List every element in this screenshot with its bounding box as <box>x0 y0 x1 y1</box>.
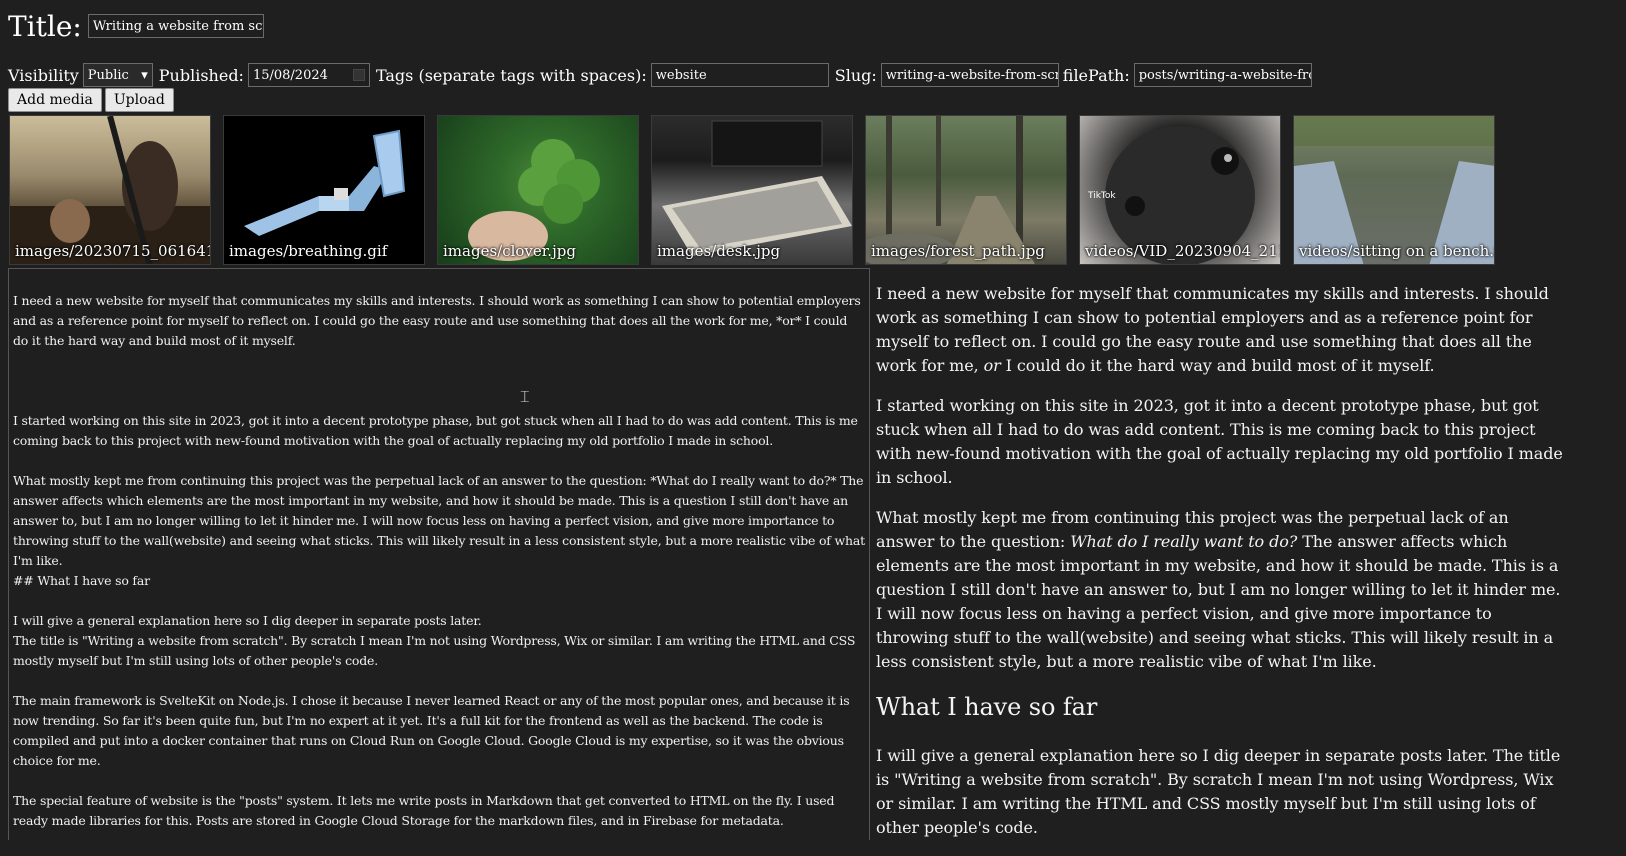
preview-paragraph: I need a new website for myself that com… <box>876 282 1566 378</box>
media-thumb[interactable]: TikTok videos/VID_20230904_2119 <box>1079 115 1281 265</box>
filepath-input[interactable]: posts/writing-a-website-fro <box>1133 63 1312 87</box>
svg-text:TikTok: TikTok <box>1087 191 1116 201</box>
preview-paragraph: I started working on this site in 2023, … <box>876 396 1563 487</box>
media-caption: images/breathing.gif <box>229 242 388 260</box>
media-caption: images/desk.jpg <box>657 242 781 260</box>
preview-emphasis: or <box>983 356 1001 375</box>
editor-paragraph: I will give a general explanation here s… <box>13 613 482 628</box>
published-date-input[interactable]: 15/08/2024 <box>247 63 370 87</box>
preview-text: The answer affects which elements are th… <box>876 532 1561 671</box>
slug-label: Slug: <box>834 65 877 85</box>
visibility-select[interactable]: Public ▾ <box>82 63 153 87</box>
visibility-value: Public <box>87 67 129 83</box>
title-row: Title: Writing a website from scratch <box>8 6 264 46</box>
preview-paragraph: What mostly kept me from continuing this… <box>876 506 1566 674</box>
media-thumb[interactable]: images/desk.jpg <box>651 115 853 265</box>
media-caption: videos/VID_20230904_2119 <box>1085 242 1281 260</box>
preview-paragraph: I will give a general explanation here s… <box>876 746 1561 837</box>
add-media-button[interactable]: Add media <box>8 88 102 112</box>
published-label: Published: <box>158 65 244 85</box>
markdown-preview: I need a new website for myself that com… <box>876 282 1566 856</box>
editor-paragraph: What mostly kept me from continuing this… <box>13 473 869 568</box>
published-date-value: 15/08/2024 <box>252 67 328 83</box>
title-input[interactable]: Writing a website from scratch <box>87 14 264 38</box>
editor-paragraph: The title is "Writing a website from scr… <box>13 633 859 668</box>
editor-paragraph: The special feature of website is the "p… <box>13 793 839 828</box>
editor-paragraph: I need a new website for myself that com… <box>13 293 865 348</box>
media-thumb[interactable]: videos/sitting on a bench.m <box>1293 115 1495 265</box>
preview-emphasis: What do I really want to do? <box>1070 532 1298 551</box>
calendar-icon[interactable] <box>352 69 365 81</box>
media-caption: images/20230715_061641.jp <box>15 242 210 260</box>
markdown-editor[interactable]: I need a new website for myself that com… <box>8 268 870 840</box>
media-thumb[interactable]: images/forest_path.jpg <box>865 115 1067 265</box>
media-thumb[interactable]: images/20230715_061641.jp <box>9 115 211 265</box>
text-cursor-icon: ⌶ <box>520 387 530 406</box>
editor-heading: ## What I have so far <box>13 573 150 588</box>
upload-button[interactable]: Upload <box>104 88 174 112</box>
slug-input[interactable]: writing-a-website-from-scr <box>880 63 1059 87</box>
preview-heading: What I have so far <box>876 693 1098 721</box>
tags-input[interactable]: website <box>650 63 829 87</box>
media-caption: images/clover.jpg <box>443 242 576 260</box>
chevron-down-icon: ▾ <box>141 67 148 83</box>
visibility-label: Visibility <box>8 65 79 85</box>
tags-label: Tags (separate tags with spaces): <box>375 65 647 85</box>
title-label: Title: <box>8 9 82 43</box>
media-thumb[interactable]: images/breathing.gif <box>223 115 425 265</box>
media-strip: images/20230715_061641.jp images/breathi… <box>9 115 1495 265</box>
meta-row: Visibility Public ▾ Published: 15/08/202… <box>8 62 1312 88</box>
media-caption: images/forest_path.jpg <box>871 242 1045 260</box>
preview-text: I could do it the hard way and build mos… <box>1000 356 1435 375</box>
media-caption: videos/sitting on a bench.m <box>1299 242 1495 260</box>
editor-paragraph: The main framework is SvelteKit on Node.… <box>13 693 854 768</box>
filepath-label: filePath: <box>1062 65 1130 85</box>
media-thumb[interactable]: images/clover.jpg <box>437 115 639 265</box>
editor-paragraph: I started working on this site in 2023, … <box>13 413 862 448</box>
media-buttons: Add media Upload <box>8 88 174 112</box>
